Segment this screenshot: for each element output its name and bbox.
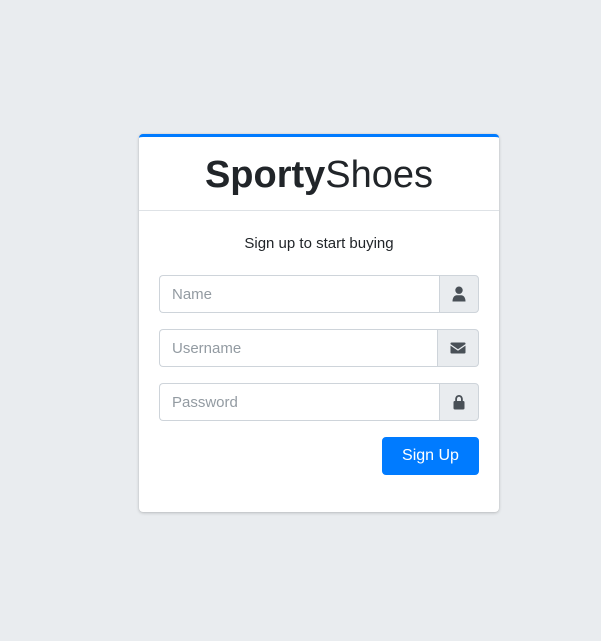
- name-addon: [439, 275, 479, 313]
- lock-icon: [453, 395, 465, 410]
- signup-form: Sign up to start buying Name Username Si…: [139, 235, 499, 475]
- brand-header: Sporty Shoes: [139, 137, 499, 211]
- name-input-group: [159, 275, 479, 313]
- username-addon: [437, 329, 479, 367]
- signup-card: Sporty Shoes Sign up to start buying Nam…: [139, 134, 499, 512]
- brand-name-light: Shoes: [325, 154, 434, 196]
- brand-name-bold: Sporty: [204, 154, 326, 196]
- username-input-group: [159, 329, 479, 367]
- name-input[interactable]: [159, 275, 439, 313]
- sign-up-button[interactable]: Sign Up: [382, 437, 479, 475]
- user-icon: [452, 286, 466, 302]
- username-input[interactable]: [159, 329, 437, 367]
- form-subtitle: Sign up to start buying: [244, 235, 394, 252]
- password-input-group: [159, 383, 479, 421]
- password-input[interactable]: [159, 383, 439, 421]
- envelope-icon: [450, 342, 466, 354]
- form-actions: Sign Up: [159, 437, 479, 475]
- password-addon: [439, 383, 479, 421]
